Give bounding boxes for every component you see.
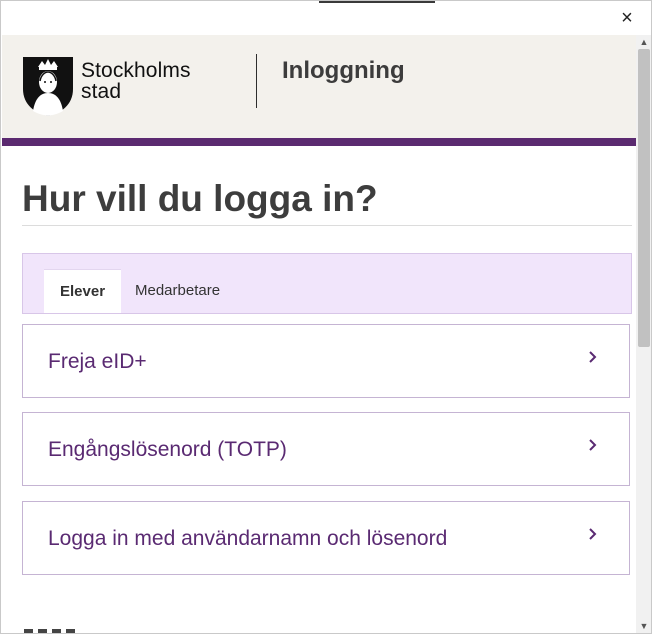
login-type-tabs: Elever Medarbetare <box>22 253 632 314</box>
tab-elever[interactable]: Elever <box>44 269 122 313</box>
tab-medarbetare[interactable]: Medarbetare <box>119 269 236 313</box>
dialog-titlebar: × <box>1 1 651 35</box>
login-option-totp[interactable]: Engångslösenord (TOTP) <box>22 412 630 486</box>
logo-wordmark: Stockholms stad <box>81 60 191 102</box>
cut-off-heading <box>24 623 80 633</box>
logo-line-1: Stockholms <box>81 59 191 82</box>
title-divider <box>22 225 632 226</box>
stockholm-shield-logo <box>23 57 73 116</box>
background-window-edge <box>319 1 435 3</box>
scroll-down-arrow-icon[interactable]: ▼ <box>636 619 651 633</box>
login-dialog: × Stockholms stad Inloggning Hur vill du… <box>0 0 652 634</box>
login-option-freja[interactable]: Freja eID+ <box>22 324 630 398</box>
scroll-up-arrow-icon[interactable]: ▲ <box>636 35 651 49</box>
page-title: Hur vill du logga in? <box>22 178 378 219</box>
app-title: Inloggning <box>282 57 405 84</box>
login-option-username-password[interactable]: Logga in med användarnamn och lösenord <box>22 501 630 575</box>
chevron-right-icon <box>589 351 597 363</box>
chevron-right-icon <box>589 439 597 451</box>
logo-line-2: stad <box>81 80 122 103</box>
login-option-label: Freja eID+ <box>48 350 147 373</box>
site-header: Stockholms stad Inloggning <box>2 35 636 138</box>
header-accent-band <box>2 138 636 146</box>
scrollbar-thumb[interactable] <box>638 49 650 347</box>
header-divider <box>256 54 257 108</box>
login-option-label: Engångslösenord (TOTP) <box>48 438 287 461</box>
close-icon[interactable]: × <box>615 7 639 29</box>
chevron-right-icon <box>589 528 597 540</box>
login-option-label: Logga in med användarnamn och lösenord <box>48 527 448 550</box>
vertical-scrollbar[interactable]: ▲ ▼ <box>636 35 651 633</box>
dialog-content: Stockholms stad Inloggning Hur vill du l… <box>2 35 636 633</box>
